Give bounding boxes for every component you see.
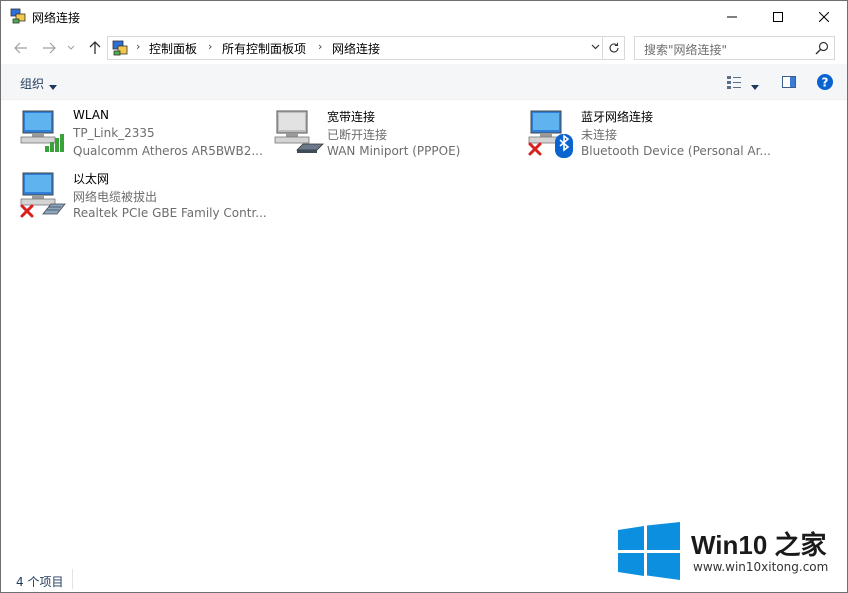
- breadcrumb-separator: ›: [208, 40, 213, 53]
- connection-device: Qualcomm Atheros AR5BWB2...: [73, 144, 263, 158]
- command-bar: 组织 ?: [1, 64, 847, 100]
- connection-item-ethernet[interactable]: 以太网 网络电缆被拔出 Realtek PCIe GBE Family Cont…: [19, 170, 269, 222]
- back-arrow-icon: [14, 42, 27, 54]
- control-panel-icon: [111, 39, 129, 57]
- forward-arrow-icon: [43, 42, 56, 54]
- connection-device: WAN Miniport (PPPOE): [327, 144, 461, 158]
- up-button[interactable]: [85, 37, 105, 59]
- search-placeholder: 搜索"网络连接": [644, 43, 728, 57]
- connection-device: Realtek PCIe GBE Family Contr...: [73, 206, 267, 220]
- refresh-button[interactable]: [603, 36, 625, 60]
- chevron-down-icon[interactable]: [751, 79, 759, 93]
- connection-status: TP_Link_2335: [73, 126, 155, 140]
- recent-locations-button[interactable]: [64, 37, 78, 59]
- close-icon: [819, 11, 829, 22]
- connection-item-wlan[interactable]: WLAN TP_Link_2335 Qualcomm Atheros AR5BW…: [19, 108, 269, 160]
- explorer-window: 网络连接 › 控制面板 › 所有控制面板项 › 网络连接 搜索"网络连接" 组织…: [0, 0, 848, 593]
- bluetooth-adapter-icon: [527, 108, 579, 160]
- chevron-down-icon[interactable]: [49, 79, 57, 93]
- help-icon[interactable]: ?: [816, 73, 834, 91]
- broadband-modem-icon: [273, 108, 325, 160]
- breadcrumb-separator: ›: [318, 40, 323, 53]
- status-separator: [72, 569, 73, 589]
- close-button[interactable]: [801, 1, 847, 32]
- connection-status: 已断开连接: [327, 128, 388, 142]
- item-count: 4 个项目: [16, 575, 64, 589]
- chevron-down-icon: [591, 44, 599, 50]
- ethernet-adapter-icon: [19, 170, 71, 222]
- title-bar[interactable]: 网络连接: [1, 1, 847, 32]
- connection-name: 宽带连接: [327, 110, 376, 124]
- connection-name: WLAN: [73, 108, 110, 122]
- forward-button[interactable]: [39, 37, 59, 59]
- maximize-icon: [773, 11, 783, 22]
- connection-item-broadband[interactable]: 宽带连接 已断开连接 WAN Miniport (PPPOE): [273, 108, 523, 160]
- watermark-url: www.win10xitong.com: [693, 560, 829, 574]
- maximize-button[interactable]: [755, 1, 801, 32]
- address-bar[interactable]: › 控制面板 › 所有控制面板项 › 网络连接: [107, 36, 603, 60]
- breadcrumb-all-items[interactable]: 所有控制面板项: [222, 40, 306, 57]
- network-connections-icon: [10, 8, 26, 24]
- windows-logo-icon: [618, 522, 680, 580]
- search-input[interactable]: 搜索"网络连接": [634, 36, 835, 60]
- address-dropdown-button[interactable]: [588, 40, 602, 54]
- connection-device: Bluetooth Device (Personal Ar...: [581, 144, 771, 158]
- change-view-icon[interactable]: [726, 74, 742, 90]
- preview-pane-icon[interactable]: [781, 74, 797, 90]
- up-arrow-icon: [89, 41, 101, 54]
- breadcrumb-control-panel[interactable]: 控制面板: [149, 40, 197, 57]
- minimize-button[interactable]: [709, 1, 755, 32]
- breadcrumb-separator: ›: [136, 40, 141, 53]
- wifi-adapter-icon: [19, 108, 71, 160]
- connection-status: 网络电缆被拔出: [73, 190, 158, 204]
- connection-name: 蓝牙网络连接: [581, 110, 654, 124]
- connection-item-bluetooth[interactable]: 蓝牙网络连接 未连接 Bluetooth Device (Personal Ar…: [527, 108, 777, 160]
- refresh-icon: [608, 42, 619, 53]
- svg-text:?: ?: [822, 76, 829, 90]
- search-icon: [815, 41, 829, 55]
- chevron-down-icon: [67, 45, 75, 50]
- back-button[interactable]: [11, 37, 31, 59]
- watermark-brand: Win10 之家: [691, 530, 827, 560]
- minimize-icon: [727, 16, 737, 17]
- connection-name: 以太网: [73, 172, 110, 186]
- connection-status: 未连接: [581, 128, 618, 142]
- organize-button[interactable]: 组织: [20, 75, 44, 92]
- window-title: 网络连接: [32, 11, 81, 25]
- breadcrumb-network-connections[interactable]: 网络连接: [332, 40, 380, 57]
